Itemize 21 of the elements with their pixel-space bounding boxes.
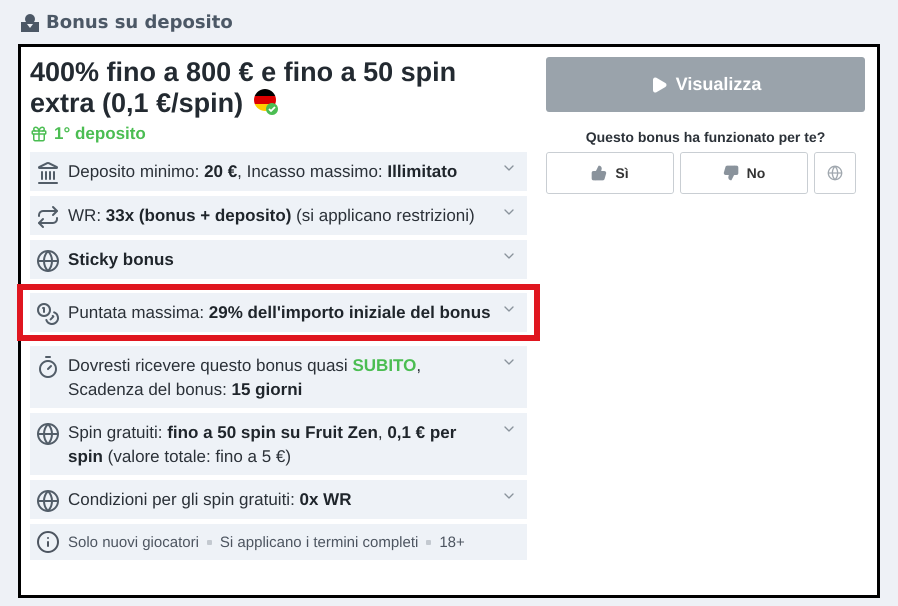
- detail-row[interactable]: Deposito minimo: 20 €, Incasso massimo: Illimitato: [30, 152, 527, 191]
- detail-row[interactable]: Dovresti ricevere questo bonus quasi SUBITO, Scadenza del bonus: 15 giorni: [30, 346, 527, 408]
- detail-text: Condizioni per gli spin gratuiti: 0x WR: [68, 489, 352, 511]
- footer-note: 18+: [439, 534, 465, 550]
- detail-text: WR: 33x (bonus + deposito) (si applicano restrizioni): [68, 205, 476, 227]
- detail-row[interactable]: Condizioni per gli spin gratuiti: 0x WR: [30, 480, 527, 519]
- detail-text: Dovresti ricevere questo bonus quasi SUBITO, Scadenza del bonus: 15 giorni: [68, 355, 422, 401]
- detail-text: Spin gratuiti: fino a 50 spin su Fruit Zen, 0,1 € per spin (valore totale: fino a 5 €): [68, 422, 458, 468]
- footer-note: Solo nuovi giocatori: [68, 534, 199, 550]
- footer-note: Si applicano i termini completi: [220, 534, 418, 550]
- section-title: Bonus su deposito: [46, 12, 233, 33]
- detail-row[interactable]: Spin gratuiti: fino a 50 spin su Fruit Zen, 0,1 € per spin (valore totale: fino a 5 €): [30, 413, 527, 475]
- detail-text: Sticky bonus: [68, 249, 175, 271]
- deposit-tag: 1° deposito: [54, 124, 146, 144]
- detail-row[interactable]: WR: 33x (bonus + deposito) (si applicano restrizioni): [30, 196, 527, 235]
- detail-row[interactable]: Sticky bonus: [30, 240, 527, 279]
- offer-title: 400% fino a 800 € e fino a 50 spin extra (0,1 €/spin): [30, 57, 458, 119]
- feedback-question: Questo bonus ha funzionato per te?: [584, 129, 826, 145]
- detail-text: Puntata massima: 29% dell'importo iniziale del bonus: [68, 302, 492, 324]
- detail-row[interactable]: Puntata massima: 29% dell'importo iniziale del bonus: [30, 293, 527, 332]
- detail-text: Deposito minimo: 20 €, Incasso massimo: Illimitato: [68, 161, 458, 183]
